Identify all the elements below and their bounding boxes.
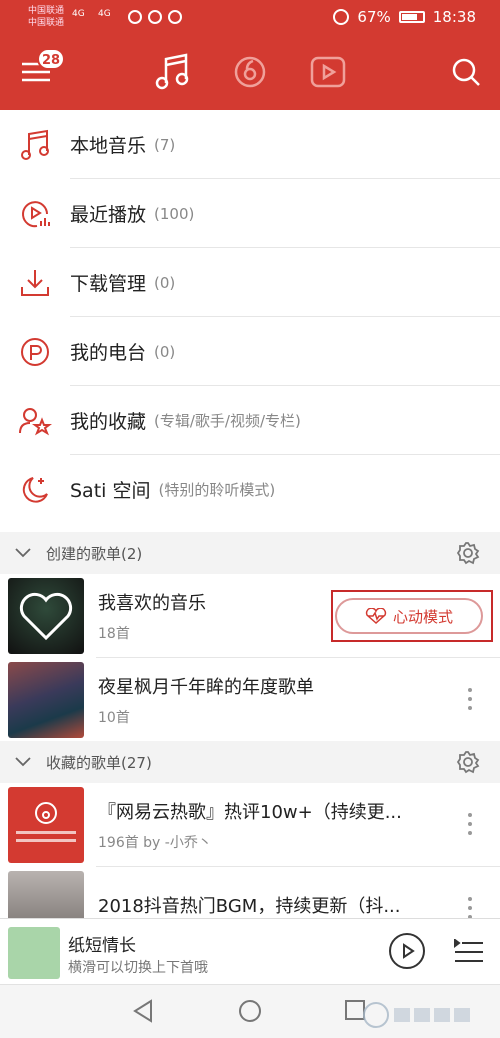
menu-count: (特别的聆听模式): [158, 481, 276, 499]
gear-icon: [456, 542, 480, 565]
chevron-down-icon: [15, 548, 31, 558]
watermark: [362, 1000, 482, 1033]
carrier-2: 中国联通: [28, 18, 65, 28]
heart-mode-label: 心动模式: [392, 607, 453, 626]
radio-icon: [21, 337, 49, 366]
playlist-name: 『网易云热歌』热评10w+（持续更...: [98, 801, 402, 823]
favorite-icon: [19, 407, 52, 435]
menu-count: (0): [154, 273, 176, 292]
menu-count: (专辑/歌手/视频/专栏): [154, 412, 301, 430]
tab-video[interactable]: [308, 52, 348, 92]
player-subtitle: 横滑可以切换上下首哦: [68, 960, 208, 976]
search-icon: [452, 58, 480, 86]
playlist-count: 196首 by -小乔丶: [98, 834, 212, 851]
heartbeat-icon: [365, 608, 387, 624]
created-playlists-header[interactable]: 创建的歌单(2): [0, 532, 500, 574]
watermark-logo-icon: [363, 1002, 470, 1028]
download-icon: [21, 269, 49, 296]
section-title: 收藏的歌单(27): [46, 753, 152, 772]
menu-sati[interactable]: Sati 空间 (特别的聆听模式): [0, 455, 500, 524]
moon-icon: [22, 476, 48, 503]
menu-label: 下载管理: [70, 273, 147, 295]
network-2: 4G: [98, 9, 111, 19]
more-button[interactable]: [468, 813, 472, 840]
menu-count: (0): [154, 342, 176, 361]
wechat-icon: [128, 10, 142, 24]
menu-radio[interactable]: 我的电台 (0): [0, 317, 500, 386]
clock: 18:38: [432, 8, 476, 26]
battery-percent: 67%: [357, 8, 391, 26]
battery-icon: [398, 11, 425, 23]
tab-discover[interactable]: [230, 52, 270, 92]
playlist-annual[interactable]: 夜星枫月千年眸的年度歌单 10首: [0, 658, 500, 741]
recent-play-icon: [22, 200, 50, 227]
play-button[interactable]: [389, 933, 425, 969]
search-button[interactable]: [446, 52, 486, 92]
my-music-menu: 本地音乐 (7) 最近播放 (100) 下载管理 (0) 我的电台 (0) 我的…: [0, 110, 500, 524]
playlist-cover: [8, 786, 84, 863]
playlist-icon: [454, 938, 483, 962]
netease-status-icon: [148, 10, 162, 24]
music-note-icon: [21, 129, 49, 160]
section-title: 创建的歌单(2): [46, 544, 143, 563]
menu-downloads[interactable]: 下载管理 (0): [0, 248, 500, 317]
carrier-labels: 中国联通 中国联通: [28, 5, 64, 29]
gear-icon: [456, 751, 480, 774]
mini-player[interactable]: 纸短情长 横滑可以切换上下首哦: [0, 918, 500, 984]
menu-label: 我的收藏: [70, 411, 147, 433]
home-circle-icon: [239, 1000, 261, 1022]
collected-settings-button[interactable]: [456, 750, 480, 778]
playlist-name: 2018抖音热门BGM，持续更新（抖...: [98, 895, 401, 917]
app-status-icon: [168, 10, 182, 24]
player-cover: [8, 927, 60, 979]
network-1: 4G: [72, 9, 85, 19]
status-right: 67% 18:38: [333, 8, 476, 26]
netease-logo-icon: [16, 801, 76, 842]
more-button[interactable]: [468, 688, 472, 715]
home-button[interactable]: [238, 999, 262, 1027]
video-icon: [310, 56, 346, 88]
carrier-1: 中国联通: [28, 6, 65, 16]
back-button[interactable]: [132, 999, 154, 1027]
play-icon: [403, 943, 415, 959]
menu-label: 我的电台: [70, 342, 147, 364]
playlist-cover: [8, 577, 84, 654]
playlist-name: 夜星枫月千年眸的年度歌单: [98, 676, 314, 698]
playlist-count: 10首: [98, 709, 130, 726]
collected-playlists-header[interactable]: 收藏的歌单(27): [0, 741, 500, 783]
notification-badge: 28: [37, 48, 65, 70]
top-bar: 中国联通 中国联通 4G 4G 67% 18:38 28: [0, 0, 500, 110]
back-triangle-icon: [133, 999, 152, 1023]
menu-local-music[interactable]: 本地音乐 (7): [0, 110, 500, 179]
tab-my-music[interactable]: [152, 52, 192, 92]
menu-count: (100): [154, 204, 195, 223]
chevron-down-icon: [15, 757, 31, 767]
playlist-button[interactable]: [454, 938, 484, 969]
alarm-icon: [333, 9, 350, 25]
menu-label: Sati 空间: [70, 480, 151, 502]
created-settings-button[interactable]: [456, 541, 480, 569]
player-title: 纸短情长: [68, 936, 136, 956]
playlist-hot-comments[interactable]: 『网易云热歌』热评10w+（持续更... 196首 by -小乔丶: [0, 783, 500, 866]
heart-mode-button[interactable]: 心动模式: [335, 598, 483, 634]
menu-label: 最近播放: [70, 204, 147, 226]
music-note-icon: [155, 53, 189, 90]
heart-icon: [19, 592, 73, 640]
menu-label: 本地音乐: [70, 135, 147, 157]
status-bar: 中国联通 中国联通 4G 4G 67% 18:38: [0, 0, 500, 36]
playlist-cover: [8, 661, 84, 738]
menu-favorites[interactable]: 我的收藏 (专辑/歌手/视频/专栏): [0, 386, 500, 455]
menu-count: (7): [154, 135, 176, 154]
netease-icon: [234, 56, 266, 88]
menu-recent-play[interactable]: 最近播放 (100): [0, 179, 500, 248]
